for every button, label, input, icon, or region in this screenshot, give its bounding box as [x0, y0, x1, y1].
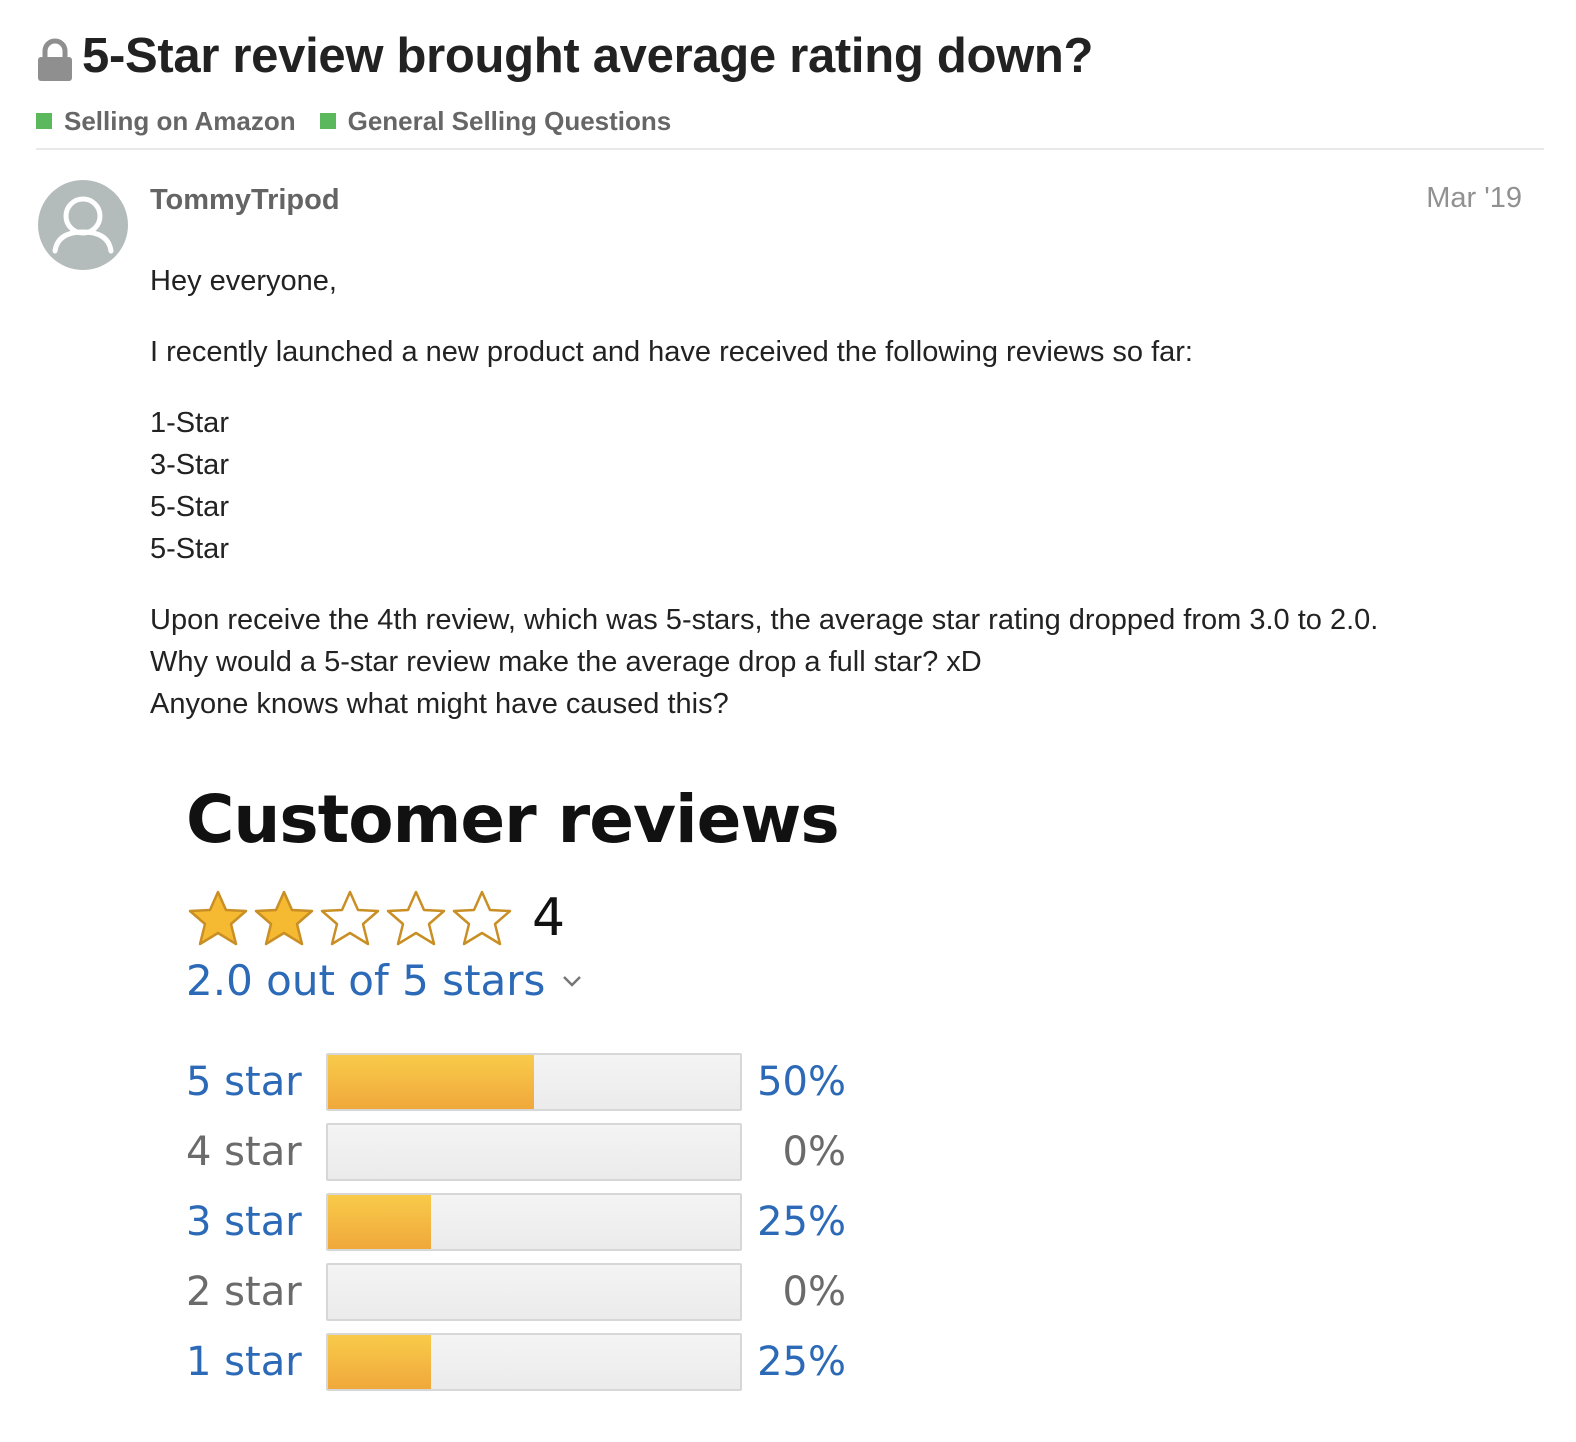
histogram-row-label[interactable]: 5 star [186, 1059, 326, 1105]
histogram-row-percent: 0% [782, 1129, 846, 1175]
histogram-row-label[interactable]: 1 star [186, 1339, 326, 1385]
post-author-username[interactable]: TommyTripod [150, 184, 340, 217]
histogram-bar [326, 1123, 742, 1181]
review-list-item: 1-Star [150, 407, 229, 439]
post-closing: Upon receive the 4th review, which was 5… [150, 599, 1530, 725]
star-filled-icon [188, 890, 248, 946]
histogram-bar[interactable] [326, 1333, 742, 1391]
category-color-square [319, 113, 336, 129]
header-divider [36, 148, 1544, 150]
star-filled-icon [254, 890, 314, 946]
histogram-row-label: 2 star [186, 1269, 302, 1315]
category-list: Selling on Amazon General Selling Questi… [36, 106, 1544, 136]
avatar[interactable] [38, 180, 128, 270]
histogram-row[interactable]: 3 star 25% [186, 1193, 886, 1251]
histogram-row[interactable]: 1 star 25% [186, 1333, 886, 1391]
histogram-bar[interactable] [326, 1193, 742, 1251]
review-list-item: 5-Star [150, 491, 229, 523]
histogram-bar-fill [328, 1055, 534, 1109]
histogram-row-percent[interactable]: 50% [742, 1059, 846, 1105]
star-empty-icon [386, 890, 446, 946]
histogram-row[interactable]: 5 star 50% [186, 1053, 886, 1111]
star-empty-icon [452, 890, 512, 946]
category-label: General Selling Questions [347, 105, 672, 136]
average-rating-text: 2.0 out of 5 stars [186, 956, 546, 1005]
post-closing-line: Anyone knows what might have caused this… [150, 688, 729, 720]
category-badge-general-selling-questions[interactable]: General Selling Questions [319, 105, 672, 137]
histogram-row: 2 star 0% [186, 1263, 886, 1321]
histogram-row-percent[interactable]: 25% [742, 1339, 846, 1385]
customer-reviews-title: Customer reviews [186, 781, 840, 858]
histogram-bar-fill [328, 1335, 431, 1389]
review-list-item: 5-Star [150, 533, 229, 565]
chevron-down-icon [563, 975, 582, 987]
review-count: 4 [532, 888, 566, 948]
lock-icon [38, 38, 72, 81]
histogram-bar-fill [328, 1195, 431, 1249]
topic-header: 5-Star review brought average rating dow… [36, 28, 1544, 136]
star-empty-icon [320, 890, 380, 946]
user-icon [52, 196, 114, 254]
histogram-bar[interactable] [326, 1053, 742, 1111]
post-closing-line: Why would a 5-star review make the avera… [150, 646, 982, 678]
histogram-bar [326, 1263, 742, 1321]
category-badge-selling-on-amazon[interactable]: Selling on Amazon [36, 106, 296, 137]
embedded-reviews-screenshot[interactable]: Customer reviews 4 2.0 out of 5 stars 5 … [186, 780, 886, 1420]
star-rating-row: 4 [186, 886, 886, 950]
category-color-square [36, 113, 52, 129]
page-title: 5-Star review brought average rating dow… [82, 29, 1094, 83]
category-label: Selling on Amazon [64, 105, 296, 136]
post-body: Hey everyone, I recently launched a new … [150, 260, 1530, 725]
histogram-row: 4 star 0% [186, 1123, 886, 1181]
average-rating-link[interactable]: 2.0 out of 5 stars [186, 956, 886, 1005]
post-greeting: Hey everyone, [150, 265, 337, 297]
review-list-item: 3-Star [150, 449, 229, 481]
rating-histogram: 5 star 50% 4 star 0% 3 star 25% 2 star 0% 1 star… [186, 1053, 886, 1391]
title-row: 5-Star review brought average rating dow… [36, 28, 1544, 84]
histogram-row-label[interactable]: 3 star [186, 1199, 326, 1245]
histogram-row-label: 4 star [186, 1129, 302, 1175]
star-rating [186, 888, 516, 948]
post-closing-line: Upon receive the 4th review, which was 5… [150, 604, 1379, 636]
post-date[interactable]: Mar '19 [1426, 182, 1522, 215]
reviews-list: 1-Star 3-Star 5-Star 5-Star [150, 402, 1530, 570]
histogram-row-percent: 0% [782, 1269, 846, 1315]
post-intro: I recently launched a new product and ha… [150, 336, 1193, 368]
histogram-row-percent[interactable]: 25% [742, 1199, 846, 1245]
